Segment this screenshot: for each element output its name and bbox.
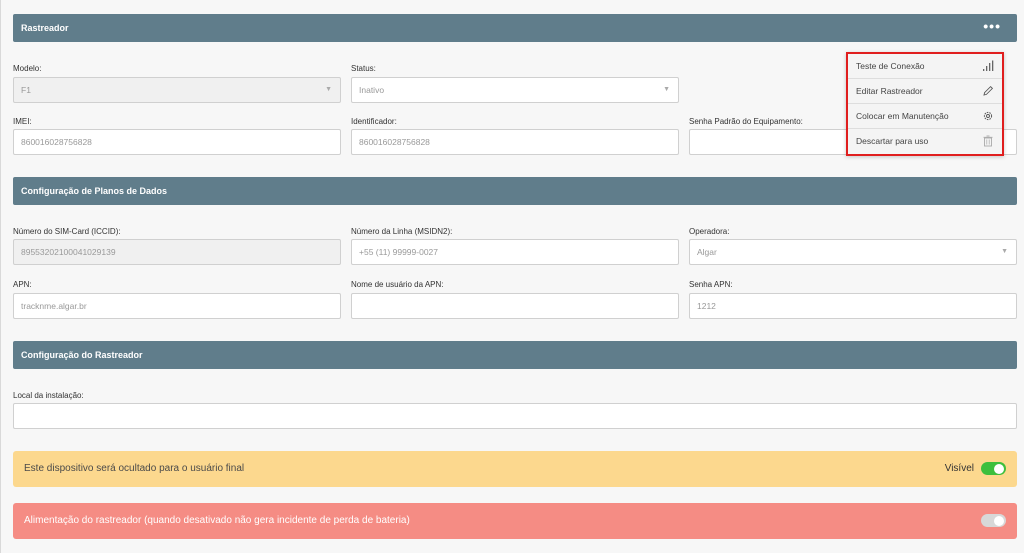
iccid-field[interactable]: 89553202100041029139	[13, 239, 341, 265]
menu-item-label: Colocar em Manutenção	[856, 111, 949, 121]
apn-field[interactable]: tracknme.algar.br	[13, 293, 341, 319]
apn-user-label: Nome de usuário da APN:	[351, 280, 444, 289]
apn-user-field[interactable]	[351, 293, 679, 319]
menu-item-label: Editar Rastreador	[856, 86, 923, 96]
imei-label: IMEI:	[13, 117, 32, 126]
msisdn-placeholder: +55 (11) 99999-0027	[359, 247, 439, 257]
operadora-select[interactable]: Algar ▼	[689, 239, 1017, 265]
modelo-select[interactable]: F1 ▼	[13, 77, 341, 103]
menu-item-descartar[interactable]: Descartar para uso	[848, 129, 1002, 154]
imei-field[interactable]: 860016028756828	[13, 129, 341, 155]
identificador-label: Identificador:	[351, 117, 397, 126]
status-select[interactable]: Inativo ▼	[351, 77, 679, 103]
apn-pass-label: Senha APN:	[689, 280, 733, 289]
iccid-value: 89553202100041029139	[21, 247, 116, 257]
actions-menu: Teste de Conexão Editar Rastreador Coloc…	[846, 52, 1004, 156]
chevron-down-icon: ▼	[1001, 248, 1008, 255]
local-label: Local da instalação:	[13, 391, 84, 400]
menu-item-teste-conexao[interactable]: Teste de Conexão	[848, 54, 1002, 79]
page-frame: Rastreador ••• Modelo: F1 ▼ Status: Inat…	[0, 0, 1024, 553]
pencil-icon	[983, 85, 994, 96]
modelo-label: Modelo:	[13, 64, 42, 73]
menu-item-label: Descartar para uso	[856, 136, 929, 146]
power-banner: Alimentação do rastreador (quando desati…	[13, 503, 1017, 539]
more-options-icon[interactable]: •••	[983, 14, 1001, 38]
apn-label: APN:	[13, 280, 32, 289]
identificador-field[interactable]: 860016028756828	[351, 129, 679, 155]
menu-item-label: Teste de Conexão	[856, 61, 925, 71]
tracker-header: Rastreador •••	[13, 14, 1017, 42]
visibility-text: Este dispositivo será ocultado para o us…	[24, 463, 245, 474]
power-text: Alimentação do rastreador (quando desati…	[24, 515, 410, 526]
operadora-label: Operadora:	[689, 227, 730, 236]
local-field[interactable]	[13, 403, 1017, 429]
trash-icon	[983, 135, 993, 147]
apn-value: tracknme.algar.br	[21, 301, 87, 311]
toggle-knob	[994, 515, 1004, 526]
signal-icon	[983, 60, 994, 71]
modelo-value: F1	[21, 85, 31, 95]
status-label: Status:	[351, 64, 376, 73]
imei-value: 860016028756828	[21, 137, 92, 147]
power-toggle[interactable]	[981, 514, 1006, 527]
apn-pass-field[interactable]: 1212	[689, 293, 1017, 319]
iccid-label: Número do SIM-Card (ICCID):	[13, 227, 121, 236]
msisdn-label: Número da Linha (MSIDN2):	[351, 227, 453, 236]
status-value: Inativo	[359, 85, 385, 95]
gear-icon	[983, 111, 993, 121]
visibility-banner: Este dispositivo será ocultado para o us…	[13, 451, 1017, 487]
planos-header: Configuração de Planos de Dados	[13, 177, 1017, 205]
identificador-value: 860016028756828	[359, 137, 430, 147]
header-title: Rastreador	[21, 23, 69, 33]
visibility-toggle[interactable]	[981, 462, 1006, 475]
operadora-value: Algar	[697, 247, 717, 257]
menu-item-manutencao[interactable]: Colocar em Manutenção	[848, 104, 1002, 129]
visible-label: Visível	[944, 463, 974, 474]
chevron-down-icon: ▼	[325, 86, 332, 93]
apn-pass-value: 1212	[697, 301, 716, 311]
rastreador-config-header: Configuração do Rastreador	[13, 341, 1017, 369]
toggle-knob	[994, 463, 1004, 474]
menu-item-editar[interactable]: Editar Rastreador	[848, 79, 1002, 104]
msisdn-field[interactable]: +55 (11) 99999-0027	[351, 239, 679, 265]
chevron-down-icon: ▼	[663, 86, 670, 93]
senha-padrao-label: Senha Padrão do Equipamento:	[689, 117, 803, 126]
